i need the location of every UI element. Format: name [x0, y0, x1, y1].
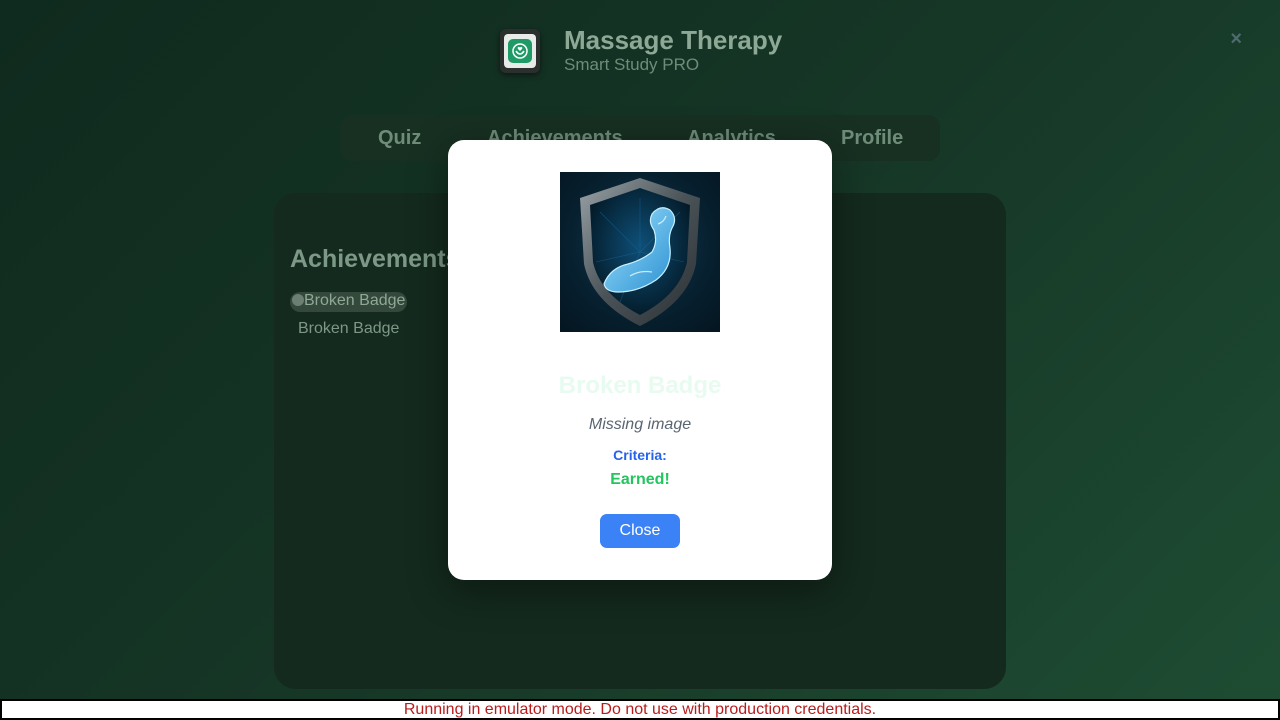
badge-modal: Broken Badge Missing image Criteria: Ear… — [448, 140, 832, 580]
flexed-arm-shield-icon — [560, 172, 720, 332]
app-logo-icon — [500, 29, 540, 73]
panel-title: Achievements — [290, 245, 460, 273]
app-title: Massage Therapy — [564, 25, 783, 55]
modal-badge-title: Broken Badge — [558, 372, 722, 399]
badge-image-alt-text: Broken Badge — [304, 292, 406, 309]
broken-image-icon — [292, 294, 304, 306]
emulator-warning-banner: Running in emulator mode. Do not use wit… — [0, 699, 1280, 720]
modal-earned-status: Earned! — [610, 471, 670, 488]
badge-label: Broken Badge — [298, 320, 400, 337]
tab-quiz[interactable]: Quiz — [378, 127, 421, 150]
modal-badge-description: Missing image — [588, 416, 692, 433]
tab-profile[interactable]: Profile — [841, 127, 903, 150]
app-subtitle: Smart Study PRO — [564, 55, 700, 74]
close-icon[interactable]: × — [1230, 28, 1242, 51]
app-header: Massage Therapy Smart Study PRO — [500, 26, 782, 76]
badge-image-broken[interactable]: Broken Badge — [290, 292, 408, 312]
close-button[interactable]: Close — [600, 514, 680, 548]
modal-criteria-label: Criteria: — [613, 447, 667, 463]
